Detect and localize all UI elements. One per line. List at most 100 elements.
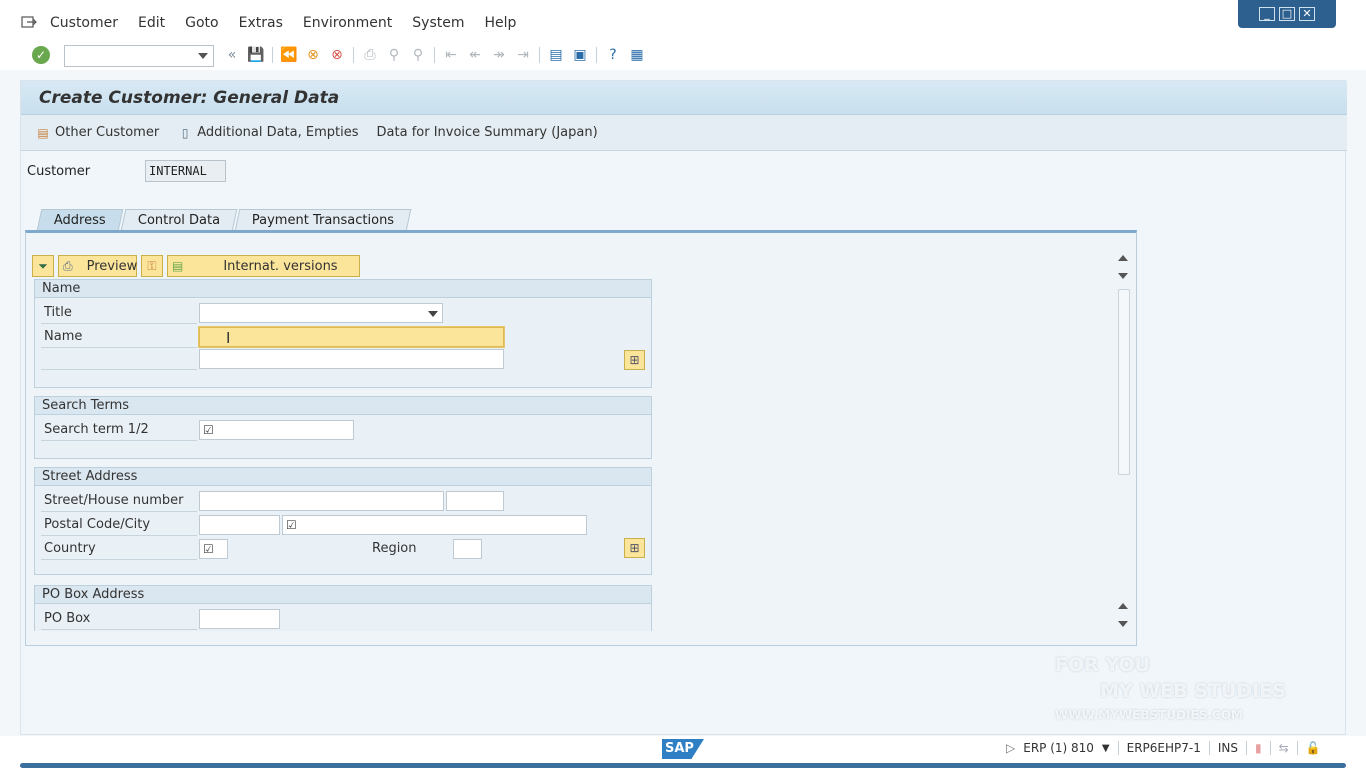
po-box-label: PO Box xyxy=(44,611,91,626)
connection-icon[interactable]: ⇆ xyxy=(1279,741,1289,755)
cancel-icon[interactable]: ⊗ xyxy=(327,46,347,64)
save-icon[interactable]: 💾 xyxy=(246,46,266,64)
exit-icon[interactable]: ⊗ xyxy=(303,46,323,64)
tab-address[interactable]: Address xyxy=(36,209,124,231)
expand-icon: ⏷ xyxy=(38,258,48,273)
additional-data-button[interactable]: ▯ Additional Data, Empties xyxy=(177,125,359,141)
help-icon[interactable]: ? xyxy=(603,46,623,64)
menu-help[interactable]: Help xyxy=(484,15,516,31)
find-icon[interactable]: ⚲ xyxy=(384,46,404,64)
name-row-2 xyxy=(35,348,651,370)
performance-icon[interactable]: ▮ xyxy=(1255,741,1262,755)
scroll-page-down-icon[interactable] xyxy=(1118,621,1128,627)
internat-versions-button[interactable]: ▤ Internat. versions xyxy=(167,255,360,277)
street-field[interactable] xyxy=(199,491,444,511)
po-box-title: PO Box Address xyxy=(35,586,651,604)
maximize-icon[interactable]: □ xyxy=(1279,7,1295,21)
menu-edit[interactable]: Edit xyxy=(138,15,165,31)
divider xyxy=(596,47,597,63)
main-frame: Create Customer: General Data ▤ Other Cu… xyxy=(20,80,1347,735)
title-row: Title xyxy=(35,302,651,324)
country-field[interactable]: ☑ xyxy=(199,539,228,559)
print-icon[interactable]: ⎙ xyxy=(360,46,380,64)
minimize-icon[interactable]: _ xyxy=(1259,7,1275,21)
window-controls: _ □ ✕ xyxy=(1238,0,1336,28)
city-field[interactable]: ☑ xyxy=(282,515,587,535)
back-icon[interactable]: ⏪ xyxy=(279,46,299,64)
po-box-field[interactable] xyxy=(199,609,280,629)
more-address-fields-button[interactable]: ⊞ xyxy=(624,538,645,558)
tab-control-data[interactable]: Control Data xyxy=(120,209,238,231)
name-field-2[interactable] xyxy=(199,349,504,369)
menu-goto[interactable]: Goto xyxy=(185,15,218,31)
sap-logo: SAP xyxy=(662,739,704,759)
divider xyxy=(353,47,354,63)
divider xyxy=(41,440,197,441)
divider xyxy=(1269,741,1271,755)
collapse-icon[interactable]: « xyxy=(222,46,242,64)
address-tab-panel: ⏷ ⎙ Preview ⚿ ▤ Internat. versions Name … xyxy=(25,230,1137,646)
title-bar: Create Customer: General Data xyxy=(21,81,1347,115)
system-info[interactable]: ERP (1) 810 xyxy=(1023,741,1094,755)
scroll-down-icon[interactable] xyxy=(1118,273,1128,279)
maintain-button[interactable]: ⚿ xyxy=(141,255,163,277)
search-term-label: Search term 1/2 xyxy=(44,422,149,437)
divider xyxy=(41,535,197,536)
command-field[interactable] xyxy=(64,45,214,67)
menu-extras[interactable]: Extras xyxy=(239,15,283,31)
country-label: Country xyxy=(44,541,96,556)
divider xyxy=(41,511,197,512)
command-dropdown-icon[interactable] xyxy=(198,53,208,59)
preview-button[interactable]: ⎙ Preview xyxy=(58,255,137,277)
lock-edit-icon: ⚿ xyxy=(147,258,157,273)
title-select[interactable] xyxy=(199,303,443,323)
name-field-1[interactable]: I xyxy=(199,327,504,347)
previous-page-icon[interactable]: ↞ xyxy=(465,46,485,64)
tab-payment-transactions[interactable]: Payment Transactions xyxy=(234,209,412,231)
find-next-icon[interactable]: ⚲ xyxy=(408,46,428,64)
chevron-down-icon[interactable] xyxy=(428,311,438,317)
search-terms-title: Search Terms xyxy=(35,397,651,415)
other-customer-button[interactable]: ▤ Other Customer xyxy=(35,125,159,141)
unlock-icon[interactable]: 🔓 xyxy=(1306,741,1321,755)
more-fields-button[interactable]: ⊞ xyxy=(624,350,645,370)
invoice-summary-label: Data for Invoice Summary (Japan) xyxy=(376,125,598,140)
additional-data-label: Additional Data, Empties xyxy=(197,125,359,140)
expand-button[interactable]: ⏷ xyxy=(32,255,54,277)
next-page-icon[interactable]: ↠ xyxy=(489,46,509,64)
new-session-icon[interactable]: ▤ xyxy=(546,46,566,64)
tab-payment-transactions-label: Payment Transactions xyxy=(251,213,395,228)
street-address-group: Street Address Street/House number Posta… xyxy=(34,467,652,575)
menu-exit-icon[interactable] xyxy=(21,15,37,29)
first-page-icon[interactable]: ⇤ xyxy=(441,46,461,64)
page-title: Create Customer: General Data xyxy=(39,88,340,108)
invoice-summary-button[interactable]: Data for Invoice Summary (Japan) xyxy=(377,125,598,140)
last-page-icon[interactable]: ⇥ xyxy=(513,46,533,64)
watermark-line-1: FOR YOU xyxy=(1055,654,1151,676)
required-check-icon: ☑ xyxy=(203,542,214,556)
insert-mode[interactable]: INS xyxy=(1218,741,1238,755)
shortcut-icon[interactable]: ▣ xyxy=(570,46,590,64)
country-row: Country ☑ Region xyxy=(35,538,651,560)
status-expand-icon[interactable]: ▷ xyxy=(1006,741,1015,755)
divider xyxy=(41,559,197,560)
vertical-scrollbar[interactable] xyxy=(1116,253,1130,633)
divider xyxy=(1208,741,1210,755)
menu-system[interactable]: System xyxy=(412,15,464,31)
house-number-field[interactable] xyxy=(446,491,504,511)
po-box-row: PO Box xyxy=(35,608,651,630)
close-icon[interactable]: ✕ xyxy=(1299,7,1315,21)
menu-environment[interactable]: Environment xyxy=(303,15,392,31)
search-term-field[interactable]: ☑ xyxy=(199,420,354,440)
scroll-page-up-icon[interactable] xyxy=(1118,603,1128,609)
menu-customer[interactable]: Customer xyxy=(50,15,118,31)
scroll-thumb[interactable] xyxy=(1118,289,1130,475)
region-field[interactable] xyxy=(453,539,482,559)
tab-strip: Address Control Data Payment Transaction… xyxy=(36,209,412,231)
scroll-up-icon[interactable] xyxy=(1118,255,1128,261)
enter-check-icon[interactable]: ✓ xyxy=(32,46,50,64)
system-dropdown-icon[interactable]: ▼ xyxy=(1102,743,1110,754)
customize-layout-icon[interactable]: ▦ xyxy=(627,46,647,64)
postal-code-field[interactable] xyxy=(199,515,280,535)
customer-field: INTERNAL xyxy=(145,160,226,182)
